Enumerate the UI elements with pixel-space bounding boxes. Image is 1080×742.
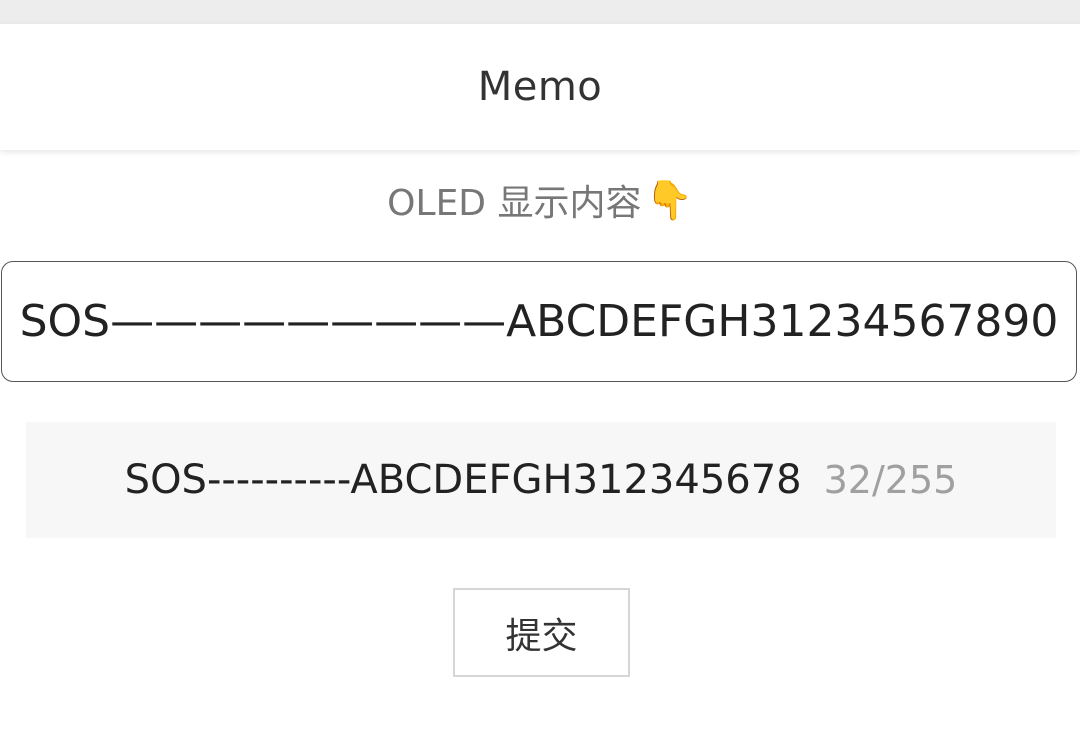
oled-preview: SOS----------ABCDEFGH312345678 32/255 (26, 422, 1056, 538)
submit-button[interactable]: 提交 (453, 588, 630, 677)
point-down-icon: 👇 (645, 177, 693, 222)
char-counter: 32/255 (823, 458, 958, 502)
status-bar-strip (0, 0, 1080, 24)
page-title: Memo (477, 64, 603, 110)
header-bar: Memo (0, 24, 1080, 150)
section-label-text: OLED 显示内容 (387, 183, 642, 224)
oled-content-input[interactable]: SOS—————————ABCDEFGH31234567890 (1, 261, 1077, 382)
oled-content-input-value: SOS—————————ABCDEFGH31234567890 (19, 296, 1059, 347)
oled-preview-text: SOS----------ABCDEFGH312345678 (124, 457, 802, 503)
section-label: OLED 显示内容 👇 (0, 170, 1080, 230)
